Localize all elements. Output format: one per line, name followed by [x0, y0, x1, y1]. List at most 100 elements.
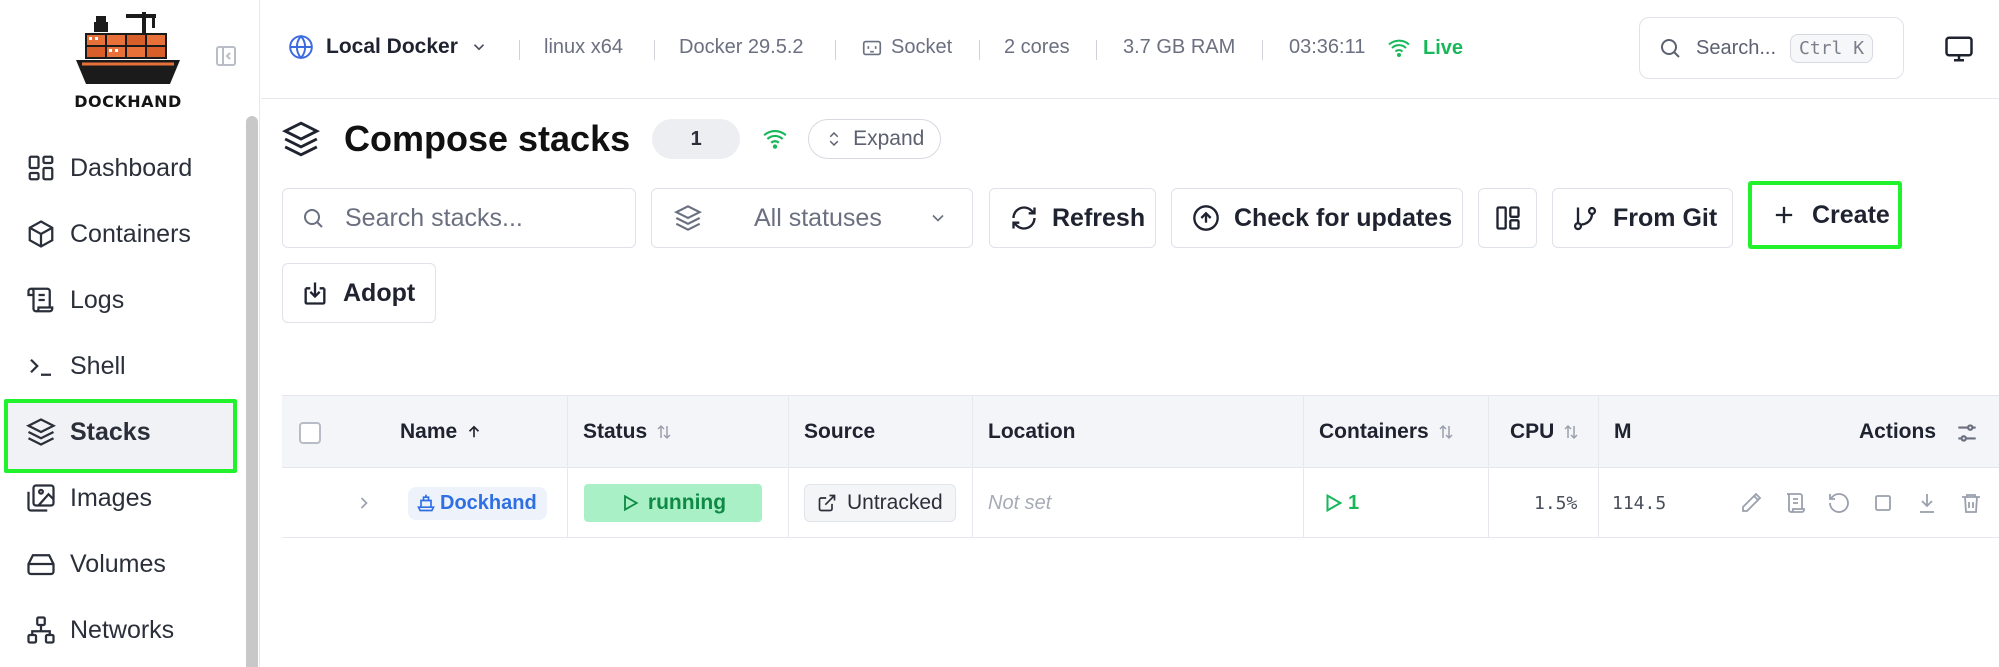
- expand-row-button[interactable]: [354, 468, 374, 538]
- scroll-icon[interactable]: [1783, 491, 1807, 515]
- git-branch-icon: [1573, 206, 1597, 231]
- network-icon: [26, 615, 56, 645]
- divider: [654, 40, 655, 60]
- live-label: Live: [1423, 36, 1464, 59]
- layers-icon: [282, 121, 320, 157]
- monitor-icon: [1945, 36, 1973, 62]
- sidebar-item-volumes[interactable]: Volumes: [0, 531, 246, 597]
- collapse-sidebar-button[interactable]: [214, 44, 238, 68]
- search-icon: [304, 209, 323, 228]
- location-cell: Not set: [988, 491, 1052, 514]
- sidebar-item-networks[interactable]: Networks: [0, 597, 246, 663]
- check-updates-button[interactable]: Check for updates: [1171, 188, 1463, 248]
- sidebar-item-stacks[interactable]: Stacks: [0, 399, 246, 473]
- expand-button[interactable]: Expand: [808, 119, 942, 159]
- sidebar-item-shell[interactable]: Shell: [0, 333, 246, 399]
- docker-version: Docker 29.5.2: [679, 36, 804, 58]
- column-label: Location: [988, 420, 1076, 443]
- connection-type: Socket: [861, 36, 952, 59]
- sidebar-item-images[interactable]: Images: [0, 465, 246, 531]
- environment-selector[interactable]: Local Docker: [288, 34, 488, 60]
- memory-cell: 114.5: [1612, 492, 1667, 514]
- global-search-placeholder: Search...: [1696, 36, 1777, 59]
- column-cpu[interactable]: CPU: [1510, 420, 1580, 444]
- column-source: Source: [804, 420, 875, 444]
- connection-label: Socket: [891, 36, 953, 58]
- stack-search-input[interactable]: Search stacks...: [282, 188, 636, 248]
- containers-cell[interactable]: 1: [1322, 468, 1359, 538]
- sidebar-scrollbar[interactable]: [246, 116, 258, 667]
- sidebar-item-label: Dashboard: [70, 153, 193, 182]
- search-icon: [1661, 39, 1680, 58]
- column-memory[interactable]: M: [1614, 420, 1632, 444]
- play-icon: [1326, 493, 1343, 513]
- column-settings-icon[interactable]: [1954, 420, 1980, 446]
- import-icon: [304, 282, 326, 305]
- adopt-button[interactable]: Adopt: [282, 263, 436, 323]
- divider: [1262, 40, 1263, 60]
- stack-name-link[interactable]: Dockhand: [408, 486, 547, 520]
- globe-icon: [289, 34, 313, 60]
- table-row[interactable]: Dockhand running Untracked Not set 1 1.5…: [282, 468, 1999, 538]
- column-label: CPU: [1510, 420, 1555, 443]
- plus-icon: [1775, 206, 1793, 224]
- sidebar-item-dashboard[interactable]: Dashboard: [0, 135, 246, 201]
- from-git-label: From Git: [1613, 203, 1718, 232]
- select-all-checkbox[interactable]: [299, 422, 321, 444]
- panel-left-icon: [216, 46, 236, 66]
- status-filter-select[interactable]: All statuses: [651, 188, 973, 248]
- shortcut-hint: Ctrl K: [1790, 33, 1874, 63]
- restart-icon[interactable]: [1827, 491, 1851, 515]
- column-location: Location: [988, 420, 1076, 444]
- page-header: Compose stacks 1 Expand: [282, 118, 942, 160]
- create-button[interactable]: Create: [1748, 181, 1902, 249]
- divider: [835, 40, 836, 60]
- pencil-icon[interactable]: [1739, 491, 1763, 515]
- divider: [1096, 40, 1097, 60]
- sidebar: DOCKHAND Dashboard Containers Logs Shell…: [0, 0, 260, 667]
- container-count: 1: [1348, 491, 1360, 514]
- layers-icon: [26, 417, 56, 447]
- global-search[interactable]: Search... Ctrl K: [1639, 17, 1904, 79]
- play-icon: [624, 494, 639, 512]
- ship-logo-icon: [76, 12, 180, 84]
- source-badge[interactable]: Untracked: [804, 484, 956, 522]
- refresh-button[interactable]: Refresh: [989, 188, 1156, 248]
- arrow-down-to-line-icon[interactable]: [1915, 491, 1939, 515]
- source-cell: Untracked: [804, 468, 956, 538]
- column-label: Containers: [1319, 420, 1429, 443]
- column-containers[interactable]: Containers: [1319, 420, 1455, 444]
- stop-icon[interactable]: [1871, 491, 1895, 515]
- sidebar-item-logs[interactable]: Logs: [0, 267, 246, 333]
- layout-toggle-button[interactable]: [1478, 188, 1537, 248]
- arrow-up-icon: [469, 425, 480, 438]
- source-text: Untracked: [847, 491, 943, 514]
- divider: [979, 40, 980, 60]
- drive-icon: [26, 549, 56, 579]
- chevrons-up-down-icon: [829, 131, 839, 147]
- live-status: Live: [1387, 36, 1463, 60]
- from-git-button[interactable]: From Git: [1552, 188, 1733, 248]
- chevron-down-icon: [473, 44, 484, 51]
- sidebar-item-containers[interactable]: Containers: [0, 201, 246, 267]
- sidebar-item-label: Networks: [70, 615, 175, 644]
- logo-text: DOCKHAND: [74, 92, 182, 111]
- dashboard-icon: [26, 153, 56, 183]
- dockhand-logo[interactable]: DOCKHAND: [72, 8, 184, 112]
- divider: [519, 40, 520, 60]
- column-label: Source: [804, 420, 876, 443]
- stack-count-badge: 1: [652, 119, 741, 159]
- scroll-icon: [26, 285, 56, 315]
- column-name[interactable]: Name: [400, 420, 483, 444]
- column-status[interactable]: Status: [583, 420, 673, 444]
- sidebar-item-label: Stacks: [70, 417, 151, 446]
- column-label: Status: [583, 420, 648, 443]
- trash-icon[interactable]: [1959, 491, 1983, 515]
- sidebar-item-label: Shell: [70, 351, 126, 380]
- box-icon: [26, 219, 56, 249]
- environment-name: Local Docker: [326, 35, 458, 58]
- adopt-label: Adopt: [343, 278, 416, 307]
- stack-search-placeholder: Search stacks...: [345, 203, 523, 232]
- arrow-up-circle-icon: [1193, 205, 1219, 231]
- theme-toggle-button[interactable]: [1944, 34, 1974, 64]
